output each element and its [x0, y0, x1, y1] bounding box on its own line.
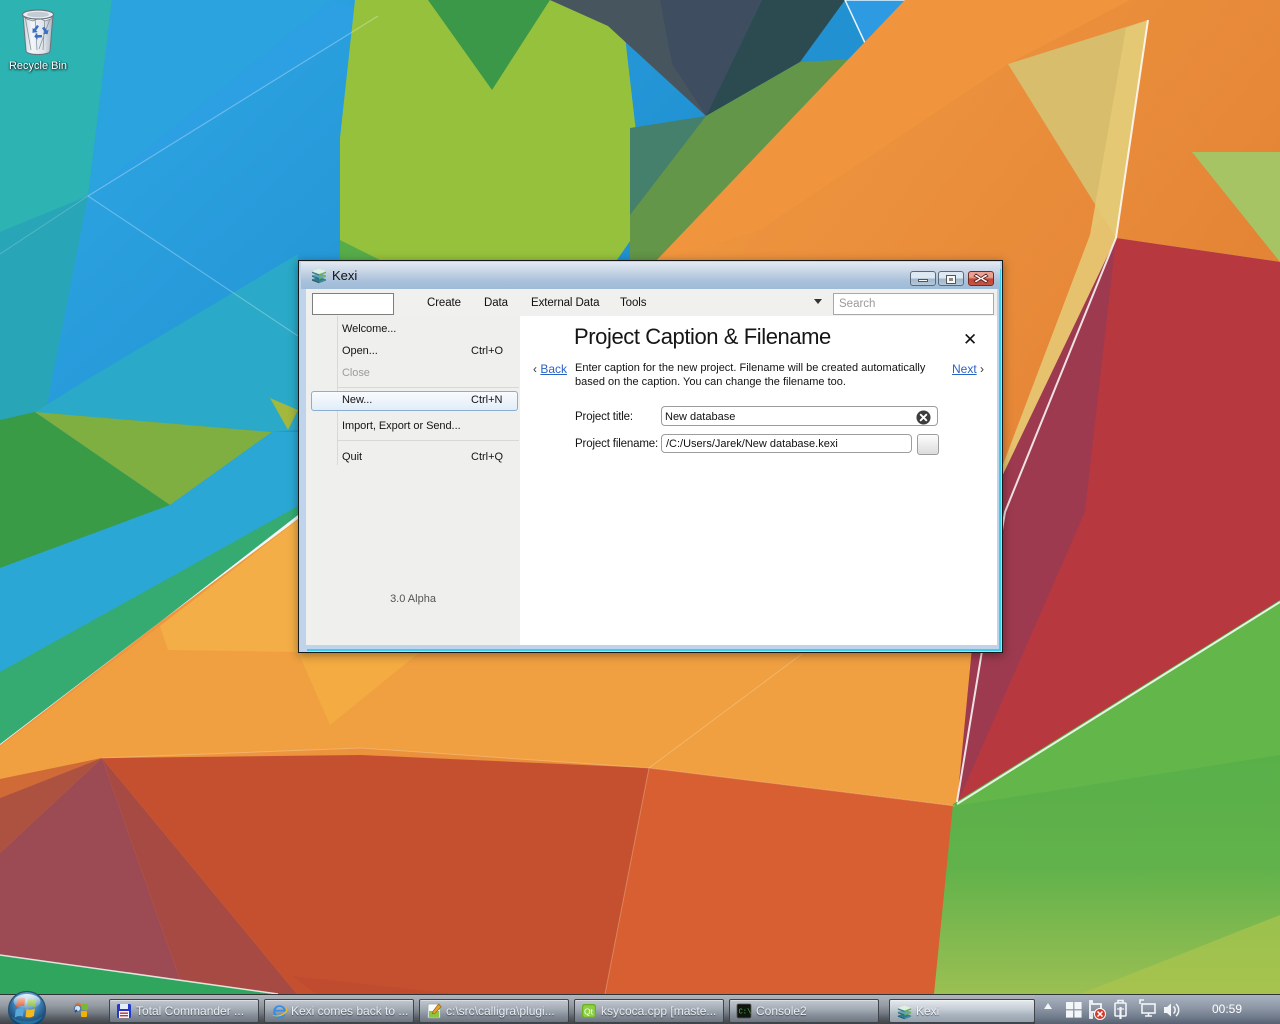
svg-text:Qt: Qt — [584, 1007, 594, 1017]
svg-text:C:\: C:\ — [739, 1009, 752, 1017]
